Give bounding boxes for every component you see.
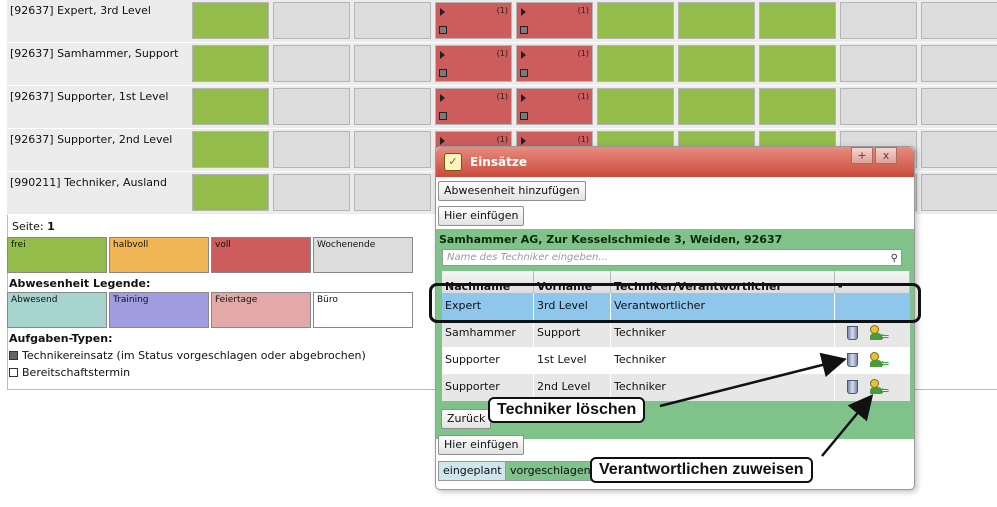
callout-assign-responsible: Verantwortlichen zuweisen — [590, 457, 813, 483]
arrow-assign — [821, 394, 874, 457]
annotation-arrows — [659, 352, 874, 457]
arrow-delete — [659, 352, 847, 408]
callout-delete-technician: Techniker löschen — [488, 397, 646, 423]
